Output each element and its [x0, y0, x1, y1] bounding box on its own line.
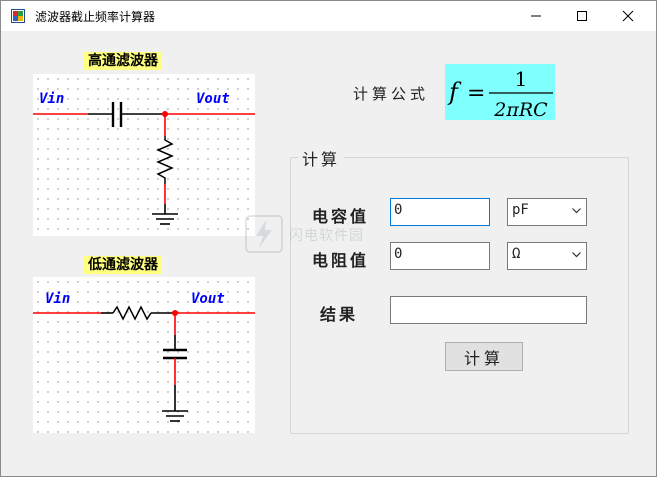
- window-title: 滤波器截止频率计算器: [35, 10, 156, 24]
- resistance-label: 电阻值: [312, 251, 370, 270]
- capacitance-input[interactable]: 0: [390, 198, 490, 226]
- calculate-button[interactable]: 计算: [445, 342, 523, 371]
- capacitance-label: 电容值: [312, 207, 370, 226]
- lowpass-title: 低通滤波器: [84, 256, 162, 274]
- main-window: 滤波器截止频率计算器 高通滤波器 Vin Vout 低通滤波器 Vin Vout…: [0, 0, 657, 477]
- resistance-input[interactable]: 0: [390, 242, 490, 270]
- result-output[interactable]: [390, 296, 587, 324]
- highpass-vout-label: Vout: [196, 91, 230, 107]
- highpass-vin-label: Vin: [39, 91, 64, 107]
- capacitance-unit-value: pF: [512, 202, 529, 218]
- minimize-icon: [531, 15, 541, 17]
- resistance-unit-select[interactable]: Ω: [507, 242, 587, 270]
- lowpass-vout-label: Vout: [191, 291, 225, 307]
- app-icon: [11, 9, 25, 23]
- calc-group-title: 计算: [298, 146, 345, 170]
- watermark-text: 闪电软件园: [289, 228, 364, 244]
- formula-label: 计算公式: [353, 85, 430, 103]
- capacitance-unit-select[interactable]: pF: [507, 198, 587, 226]
- minimize-button[interactable]: [513, 1, 559, 31]
- resistance-unit-value: Ω: [512, 246, 521, 262]
- chevron-down-icon: [572, 252, 581, 258]
- title-bar[interactable]: 滤波器截止频率计算器: [1, 1, 656, 31]
- formula-lhs: f: [447, 78, 462, 106]
- formula-numerator: 1: [515, 67, 528, 91]
- formula-equals: =: [467, 81, 485, 106]
- close-icon: [622, 10, 634, 22]
- close-button[interactable]: [605, 1, 651, 31]
- formula-denominator: 2πRC: [493, 99, 548, 120]
- watermark-logo-icon: [245, 215, 283, 253]
- formula-image: f = 1 2πRC: [445, 64, 555, 121]
- chevron-down-icon: [572, 208, 581, 214]
- maximize-icon: [577, 11, 587, 21]
- maximize-button[interactable]: [559, 1, 605, 31]
- highpass-title: 高通滤波器: [84, 52, 162, 70]
- highpass-circuit: Vin Vout: [33, 74, 255, 236]
- lowpass-circuit: Vin Vout: [33, 277, 255, 433]
- result-label: 结果: [320, 305, 359, 324]
- lowpass-vin-label: Vin: [45, 291, 70, 307]
